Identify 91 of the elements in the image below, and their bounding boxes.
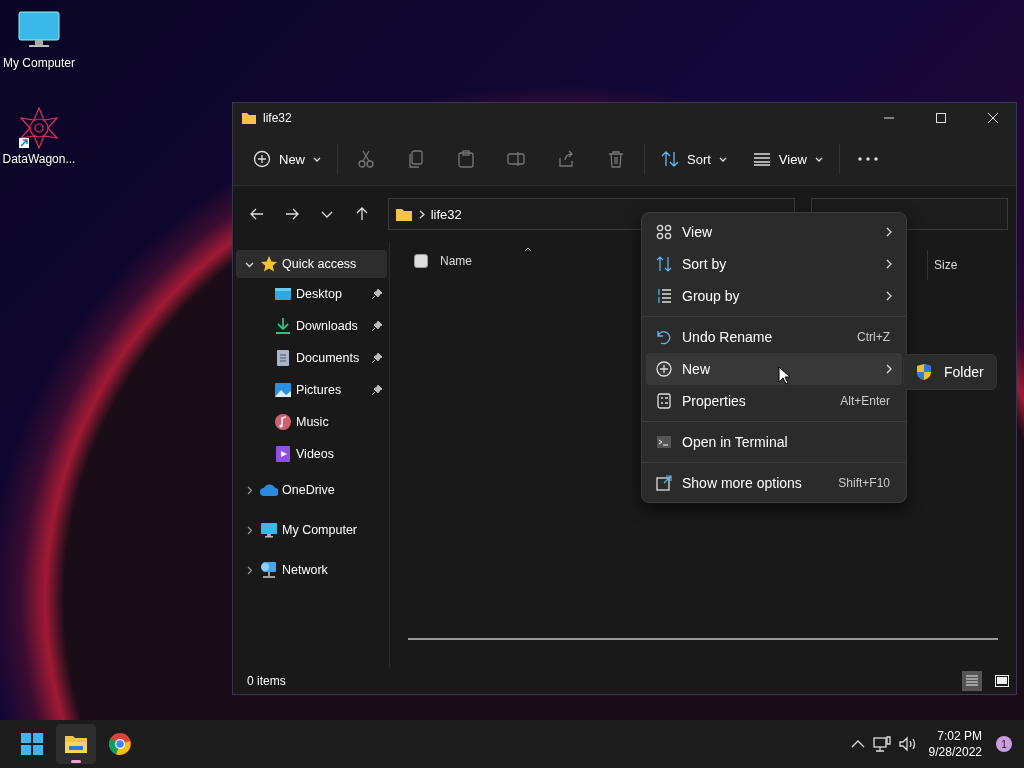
sidebar-item[interactable]: Pictures: [236, 374, 387, 406]
network-icon: [260, 561, 278, 579]
copy-icon: [407, 150, 425, 168]
folder-icon: [241, 111, 257, 125]
tile-icon: [994, 673, 1010, 689]
sidebar-item[interactable]: Desktop: [236, 278, 387, 310]
sort-button[interactable]: Sort: [651, 142, 737, 176]
ellipsis-icon: [857, 157, 878, 161]
clipboard-icon: [457, 150, 475, 168]
plus-circle-icon: [656, 361, 672, 377]
close-icon: [987, 112, 999, 124]
grid-icon: [656, 224, 672, 240]
monitor-icon: [260, 521, 278, 539]
arrow-left-icon: [248, 206, 265, 222]
address-path: life32: [430, 206, 462, 222]
menu-item[interactable]: Sort by: [646, 248, 902, 280]
desktop-icon-label[interactable]: DataWagon...: [2, 152, 76, 166]
list-icon: [656, 288, 672, 304]
document-icon: [274, 349, 292, 367]
file-explorer-button[interactable]: [56, 724, 96, 764]
shortcut-text: Shift+F10: [838, 476, 890, 490]
view-button[interactable]: View: [742, 142, 833, 176]
select-all-checkbox[interactable]: [414, 254, 428, 268]
video-icon: [274, 445, 292, 463]
desktop-icon: [274, 285, 292, 303]
sidebar-item[interactable]: Videos: [236, 438, 387, 470]
sidebar-item[interactable]: My Computer: [236, 510, 387, 550]
scrollbar[interactable]: [408, 638, 998, 640]
shield-icon: [916, 363, 932, 381]
shortcut-text: Alt+Enter: [840, 394, 890, 408]
chevron-icon: [886, 291, 892, 301]
maximize-icon: [935, 112, 947, 124]
sidebar-item[interactable]: Quick access: [236, 250, 387, 278]
share-icon: [557, 150, 575, 168]
sort-caret-icon: [524, 247, 532, 252]
lines-icon: [752, 152, 771, 166]
details-view-button[interactable]: [962, 671, 982, 691]
chevron-icon: [886, 227, 892, 237]
download-icon: [274, 317, 292, 335]
sort-arrows-icon: [661, 150, 679, 168]
cursor-icon: [778, 366, 790, 385]
menu-item[interactable]: Folder: [904, 355, 996, 389]
menu-item[interactable]: Undo Rename Ctrl+Z: [646, 321, 902, 353]
list-icon: [964, 673, 980, 689]
cloud-icon: [260, 481, 278, 499]
star-icon: [260, 255, 278, 273]
column-header[interactable]: Name: [440, 246, 580, 276]
caret-icon: [718, 156, 727, 162]
clock-date[interactable]: 9/28/2022: [928, 744, 982, 760]
music-note-icon: [274, 413, 292, 431]
sort-arrows-icon: [656, 256, 672, 272]
rename-icon: [507, 150, 525, 168]
speaker-icon[interactable]: [898, 736, 917, 752]
plus-circle-icon: [253, 150, 271, 168]
new-button[interactable]: New: [243, 142, 331, 176]
windows-logo-icon: [20, 732, 44, 756]
chevron-icon: [886, 259, 892, 269]
arrow-right-icon: [283, 206, 300, 222]
menu-item[interactable]: New: [646, 353, 902, 385]
clock-time[interactable]: 7:02 PM: [937, 728, 982, 744]
caret-icon: [313, 156, 321, 162]
caret-icon: [814, 156, 823, 162]
shortcut-text: Ctrl+Z: [857, 330, 890, 344]
chevron-icon: [886, 364, 892, 374]
sidebar-item[interactable]: OneDrive: [236, 470, 387, 510]
sidebar-item[interactable]: Network: [236, 550, 387, 590]
window-title: life32: [263, 111, 293, 125]
network-icon[interactable]: [872, 736, 891, 752]
desktop-icon-label[interactable]: My Computer: [3, 56, 75, 70]
sidebar-item[interactable]: Documents: [236, 342, 387, 374]
browser-logo-icon: [108, 732, 132, 756]
expand-icon: [656, 475, 672, 491]
trash-icon: [607, 150, 625, 168]
chevron-icon: [418, 209, 425, 219]
column-header[interactable]: Size: [927, 250, 1004, 280]
terminal-icon: [656, 434, 672, 450]
sidebar-item[interactable]: Downloads: [236, 310, 387, 342]
menu-item[interactable]: Group by: [646, 280, 902, 312]
undo-icon: [656, 329, 672, 345]
menu-item[interactable]: Properties Alt+Enter: [646, 385, 902, 417]
folder-icon: [394, 206, 413, 222]
sidebar-item[interactable]: Music: [236, 406, 387, 438]
menu-item[interactable]: Open in Terminal: [646, 426, 902, 458]
scissors-icon: [357, 150, 375, 168]
notification-badge[interactable]: 1: [996, 736, 1012, 752]
item-count: 0 items: [247, 674, 287, 688]
menu-item[interactable]: Show more options Shift+F10: [646, 467, 902, 499]
star-pattern-icon: [17, 106, 61, 150]
chevron-up-icon[interactable]: [850, 739, 865, 749]
properties-icon: [656, 393, 672, 409]
picture-icon: [274, 381, 292, 399]
